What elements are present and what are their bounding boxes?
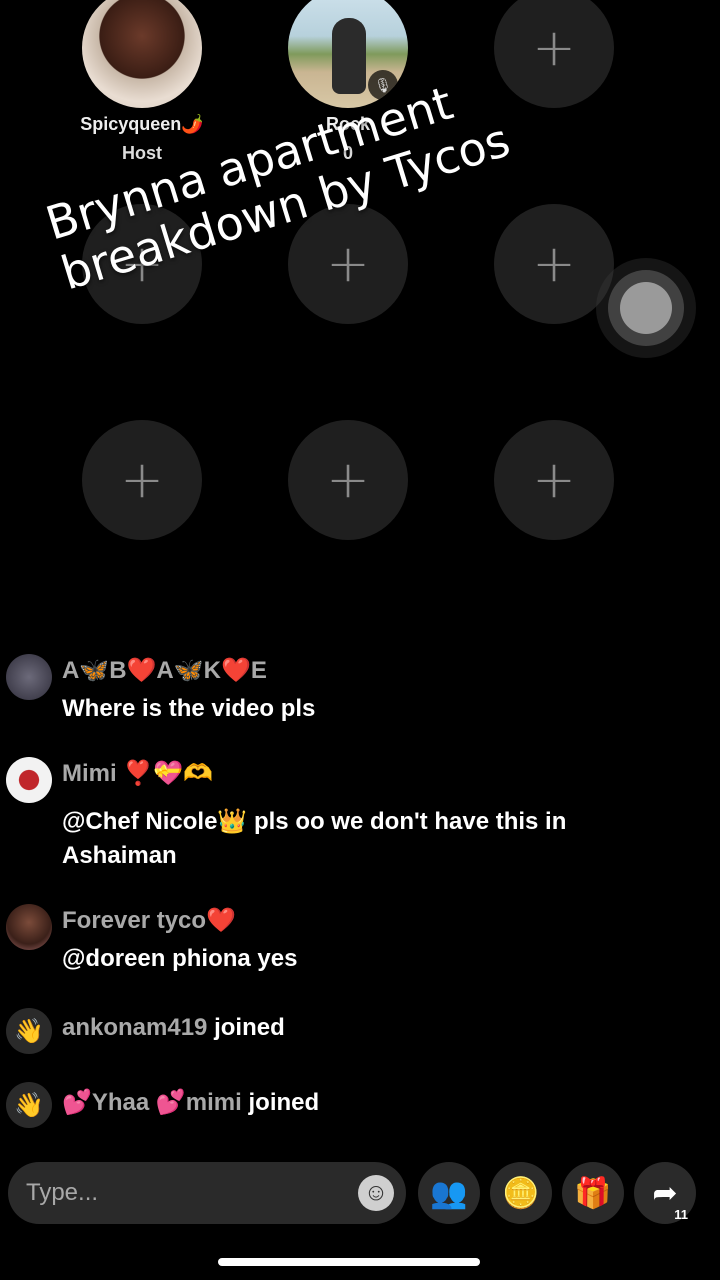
join-text: 💕Yhaa 💕mimi joined	[62, 1088, 319, 1117]
wave-icon: 👋	[6, 1082, 52, 1128]
comment-input[interactable]: Type... ☺	[8, 1162, 406, 1224]
empty-seat-5[interactable]: +	[82, 420, 202, 540]
comment-placeholder: Type...	[26, 1179, 99, 1206]
share-arrow-icon: ➦	[652, 1176, 678, 1210]
share-count: 11	[674, 1207, 688, 1222]
gift-icon: 🎁	[574, 1176, 612, 1210]
floating-assistive-button[interactable]	[596, 258, 696, 358]
plus-icon: +	[326, 450, 370, 510]
chat-text: @Chef Nicole👑 pls oo we don't have this …	[62, 808, 567, 869]
host-name: Spicyqueen🌶️	[80, 114, 204, 134]
chat-username[interactable]: Forever tyco❤️	[62, 906, 236, 935]
share-button[interactable]: ➦ 11	[634, 1162, 696, 1224]
coin-icon: 🪙	[502, 1176, 540, 1210]
join-action: joined	[214, 1014, 285, 1041]
emoji-icon[interactable]: ☺	[358, 1175, 394, 1211]
chat-username[interactable]: A🦋B❤️A🦋K❤️E	[62, 656, 267, 685]
host-avatar[interactable]	[82, 0, 202, 108]
join-notice: 👋 ankonam419 joined	[6, 1008, 706, 1056]
guest-figure	[332, 18, 366, 94]
plus-icon: +	[120, 450, 164, 510]
avatar[interactable]	[6, 904, 52, 950]
avatar[interactable]	[6, 757, 52, 803]
gift-button[interactable]: 🎁	[562, 1162, 624, 1224]
join-text: ankonam419 joined	[62, 1014, 285, 1042]
people-icon: 👥	[430, 1176, 468, 1210]
join-username[interactable]: 💕Yhaa 💕mimi	[62, 1089, 242, 1116]
chat-message: Mimi ❣️💝🫶 @Chef Nicole👑 pls oo we don't …	[6, 757, 706, 877]
plus-icon: +	[326, 234, 370, 294]
home-indicator[interactable]	[218, 1258, 480, 1266]
guests-button[interactable]: 👥	[418, 1162, 480, 1224]
wave-icon: 👋	[6, 1008, 52, 1054]
chat-message: Forever tyco❤️ @doreen phiona yes	[6, 904, 706, 984]
chat-text: Where is the video pls	[62, 695, 316, 722]
floating-button-core	[620, 282, 672, 334]
avatar[interactable]	[6, 654, 52, 700]
join-username[interactable]: ankonam419	[62, 1014, 207, 1041]
plus-icon: +	[532, 450, 576, 510]
empty-seat-6[interactable]: +	[288, 420, 408, 540]
join-action: joined	[248, 1089, 320, 1116]
empty-seat-7[interactable]: +	[494, 420, 614, 540]
coins-button[interactable]: 🪙	[490, 1162, 552, 1224]
bottom-toolbar: Type... ☺ 👥 🪙 🎁 ➦ 11	[0, 1158, 720, 1228]
plus-icon: +	[532, 234, 576, 294]
chat-text: @doreen phiona yes	[62, 945, 298, 972]
chat-message: A🦋B❤️A🦋K❤️E Where is the video pls	[6, 654, 706, 724]
chat-username[interactable]: Mimi ❣️💝🫶	[62, 759, 213, 788]
join-notice: 👋 💕Yhaa 💕mimi joined	[6, 1082, 706, 1130]
